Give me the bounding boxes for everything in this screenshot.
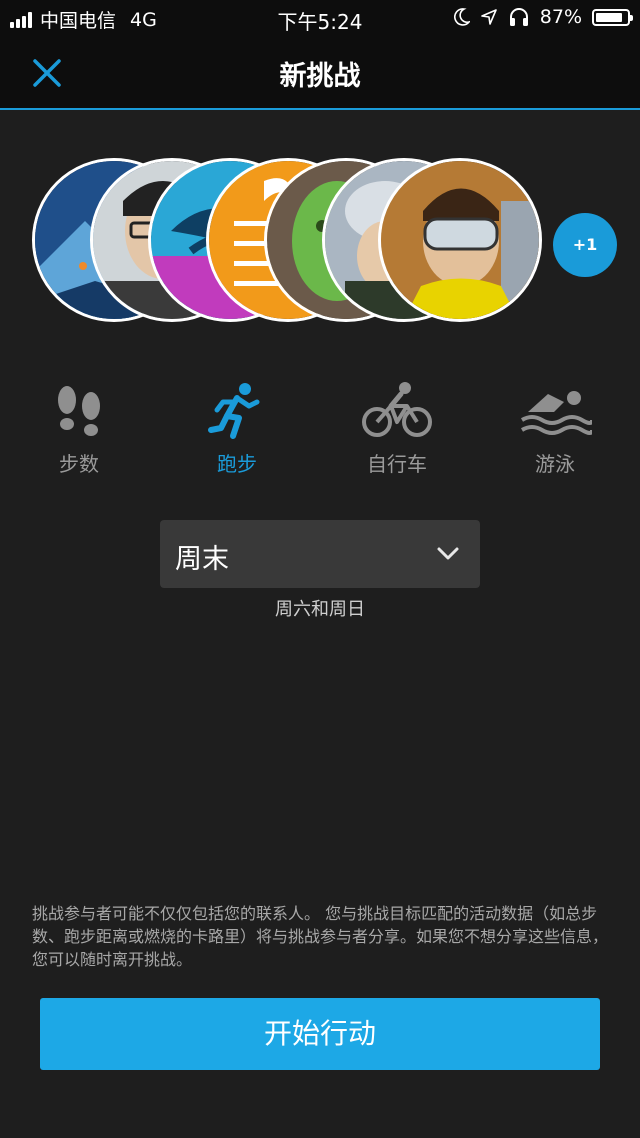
bicycle-icon: [362, 382, 432, 437]
participant-avatars: +1: [0, 158, 640, 330]
activity-running[interactable]: 跑步: [167, 380, 307, 477]
period-dropdown[interactable]: 周末: [160, 520, 480, 588]
activity-swimming[interactable]: 游泳: [485, 380, 625, 477]
battery-percent: 87%: [539, 6, 582, 28]
chevron-down-icon: [437, 547, 459, 560]
moon-icon: [453, 8, 470, 26]
more-participants-badge[interactable]: +1: [553, 213, 617, 277]
privacy-disclaimer: 挑战参与者可能不仅仅包括您的联系人。 您与挑战目标匹配的活动数据（如总步数、跑步…: [32, 904, 609, 969]
start-button[interactable]: 开始行动: [40, 998, 600, 1070]
page-title: 新挑战: [279, 61, 361, 92]
footprints-icon: [58, 386, 100, 436]
battery-icon: [592, 8, 633, 26]
activity-cycling[interactable]: 自行车: [327, 380, 467, 477]
activity-label: 游泳: [535, 452, 575, 476]
nav-bar: 新挑战: [0, 36, 640, 110]
activity-steps[interactable]: 步数: [9, 380, 149, 477]
status-bar: 中国电信 4G 下午5:24 87%: [0, 0, 640, 36]
period-selected: 周末: [175, 544, 229, 575]
activity-label: 步数: [59, 452, 99, 476]
location-icon: [480, 9, 497, 25]
activity-label: 跑步: [217, 452, 257, 476]
period-subtitle: 周六和周日: [275, 599, 365, 620]
avatar[interactable]: [378, 158, 542, 322]
activity-label: 自行车: [367, 452, 427, 476]
status-right: 87%: [453, 6, 633, 28]
running-icon: [208, 383, 260, 439]
headphones-icon: [509, 8, 528, 26]
swimming-icon: [520, 391, 592, 435]
